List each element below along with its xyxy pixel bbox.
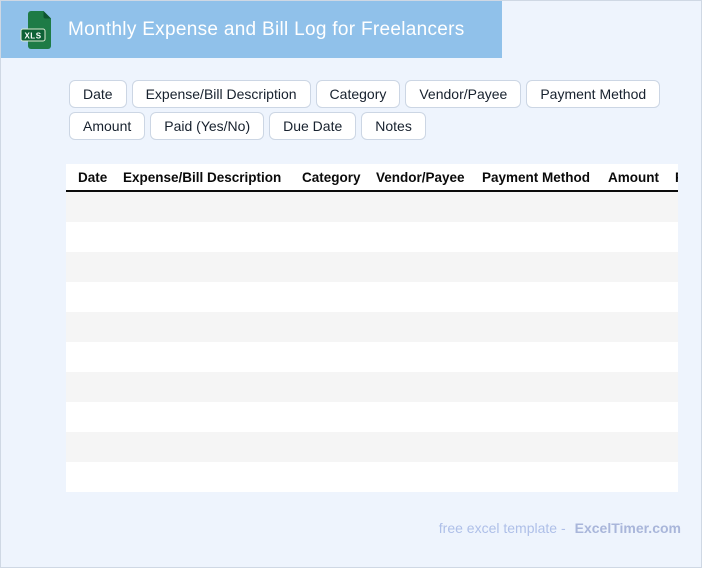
column-header: Paid (Yes/No) bbox=[675, 170, 678, 185]
table-row bbox=[66, 342, 678, 372]
column-header: Category bbox=[302, 169, 361, 185]
chip-row-2: Amount Paid (Yes/No) Due Date Notes bbox=[69, 112, 669, 140]
field-chip[interactable]: Due Date bbox=[269, 112, 357, 140]
preview-table: Date Expense/Bill Description Category Vend… bbox=[66, 164, 678, 494]
field-chip[interactable]: Expense/Bill Description bbox=[131, 80, 311, 108]
table-header-row: Date Expense/Bill Description Category Vend… bbox=[66, 164, 678, 192]
page: XLS Monthly Expense and Bill Log for Fre… bbox=[0, 0, 702, 568]
table-row bbox=[66, 282, 678, 312]
column-header: Expense/Bill Description bbox=[123, 169, 282, 185]
xls-icon-label: XLS bbox=[24, 31, 41, 40]
table-row bbox=[66, 462, 678, 492]
title-bar: XLS Monthly Expense and Bill Log for Fre… bbox=[1, 1, 502, 58]
column-header: Amount bbox=[608, 169, 659, 185]
footer: free excel template - ExcelTimer.com bbox=[439, 518, 681, 538]
table-row bbox=[66, 372, 678, 402]
xls-file-icon: XLS bbox=[20, 10, 54, 50]
page-title: Monthly Expense and Bill Log for Freelan… bbox=[68, 18, 465, 40]
table-row bbox=[66, 432, 678, 462]
field-chips: Date Expense/Bill Description Category Vend… bbox=[69, 80, 669, 144]
field-chip[interactable]: Vendor/Payee bbox=[405, 80, 522, 108]
footer-text: free excel template - bbox=[438, 520, 566, 536]
column-header: Date bbox=[78, 169, 108, 185]
column-header: Payment Method bbox=[482, 169, 591, 185]
table-row bbox=[66, 312, 678, 342]
field-chip[interactable]: Date bbox=[69, 80, 127, 108]
field-chip[interactable]: Amount bbox=[69, 112, 146, 140]
field-chip[interactable]: Notes bbox=[361, 112, 426, 140]
table-body bbox=[66, 192, 678, 492]
table-row bbox=[66, 192, 678, 222]
field-chip[interactable]: Payment Method bbox=[526, 80, 661, 108]
field-chip[interactable]: Paid (Yes/No) bbox=[150, 112, 265, 140]
table-row bbox=[66, 402, 678, 432]
column-header: Vendor/Payee bbox=[376, 169, 465, 185]
field-chip[interactable]: Category bbox=[315, 80, 401, 108]
chip-row-1: Date Expense/Bill Description Category Vend… bbox=[69, 80, 669, 108]
footer-brand-link[interactable]: ExcelTimer.com bbox=[575, 520, 681, 536]
table-row bbox=[66, 222, 678, 252]
table-row bbox=[66, 252, 678, 282]
